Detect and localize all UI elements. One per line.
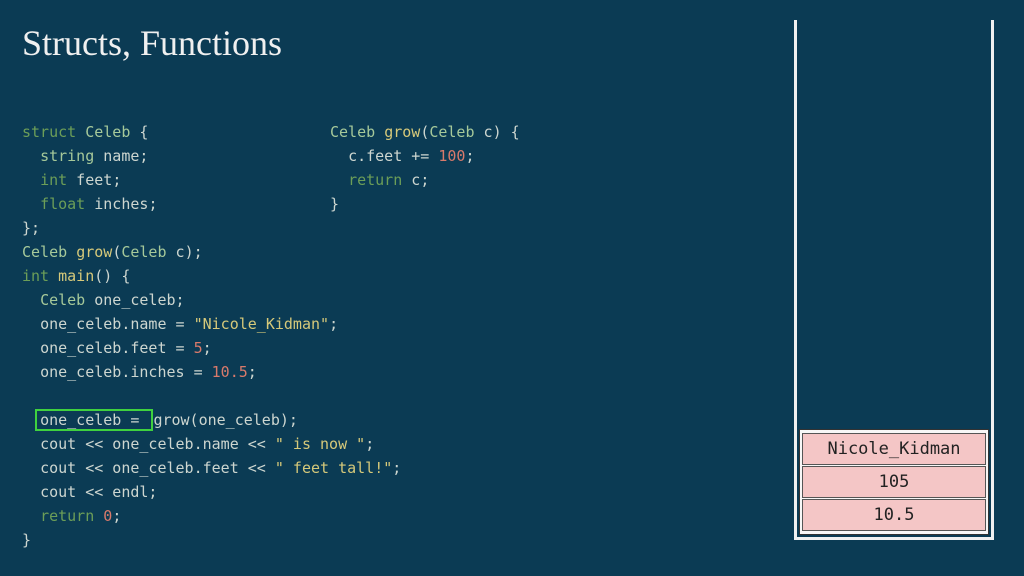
cell-feet: 105 <box>802 466 986 498</box>
cell-name: Nicole_Kidman <box>802 433 986 465</box>
code-block-right: Celeb grow(Celeb c) { c.feet += 100; ret… <box>330 120 520 216</box>
struct-instance: Nicole_Kidman 105 10.5 <box>799 429 989 535</box>
highlight-box: one_celeb = <box>35 409 153 431</box>
cell-inches: 10.5 <box>802 499 986 531</box>
memory-stack: Nicole_Kidman 105 10.5 <box>794 20 994 540</box>
slide-title: Structs, Functions <box>22 22 282 64</box>
